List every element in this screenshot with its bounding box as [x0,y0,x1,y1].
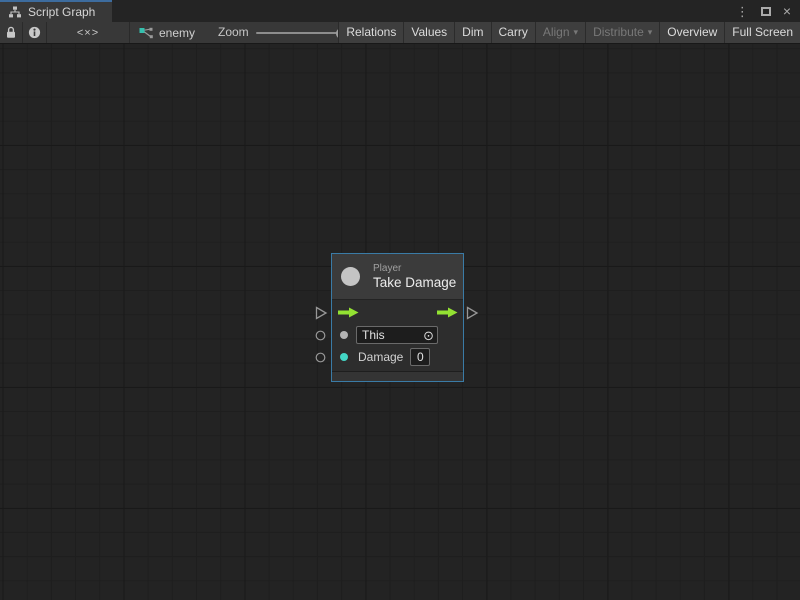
damage-value: 0 [417,350,424,364]
flow-out-arrow-icon[interactable] [436,307,459,318]
node-category: Player [373,263,456,274]
object-picker-icon[interactable]: ⊙ [423,329,434,342]
graph-node-icon [139,27,153,39]
damage-port-dot[interactable] [340,353,348,361]
node-title: Take Damage [373,275,456,290]
tab-title: Script Graph [28,5,95,19]
flow-in-arrow-icon[interactable] [337,307,360,318]
this-field-value: This [362,328,385,342]
overview-button[interactable]: Overview [659,22,724,43]
take-damage-node[interactable]: Player Take Damage This ⊙ [331,253,464,382]
damage-label: Damage [358,350,403,364]
relations-button[interactable]: Relations [338,22,403,43]
graph-canvas[interactable]: Player Take Damage This ⊙ [0,44,800,600]
flow-output-port[interactable] [466,306,479,320]
inspector-button[interactable] [23,22,47,43]
values-button[interactable]: Values [403,22,454,43]
zoom-slider-track[interactable] [256,32,346,34]
window-controls: ⋮ × [736,0,800,22]
dim-button[interactable]: Dim [454,22,490,43]
flow-input-port[interactable] [315,306,328,320]
code-view-button[interactable]: <×> [47,22,130,43]
graph-toolbar: <×> enemy Zoom 1x Relations Values Dim C… [0,22,800,44]
damage-value-field[interactable]: 0 [410,348,430,366]
damage-input-port[interactable] [315,352,326,363]
this-input-port[interactable] [315,330,326,341]
this-object-field[interactable]: This ⊙ [356,326,438,344]
script-graph-window: Script Graph ⋮ × <×> [0,0,800,600]
code-view-icon: <×> [77,27,99,39]
maximize-icon[interactable] [761,7,771,16]
breadcrumb-graph[interactable]: enemy [139,22,195,43]
lock-icon [5,26,17,39]
node-titles: Player Take Damage [373,263,456,290]
align-dropdown[interactable]: Align ▾ [535,22,585,43]
chevron-down-icon: ▾ [648,28,653,37]
chevron-down-icon: ▾ [574,28,579,37]
node-header[interactable]: Player Take Damage [332,254,463,300]
tab-script-graph[interactable]: Script Graph [0,0,112,22]
node-footer [332,371,463,381]
tab-bar: Script Graph ⋮ × [0,0,800,22]
toolbar-buttons: Relations Values Dim Carry Align ▾ Distr… [338,22,800,43]
this-port-row: This ⊙ [332,324,463,346]
close-icon[interactable]: × [783,4,791,18]
fullscreen-button[interactable]: Full Screen [724,22,800,43]
graph-name: enemy [159,26,195,40]
flow-port-row [332,300,463,324]
damage-port-row: Damage 0 [332,346,463,368]
carry-button[interactable]: Carry [491,22,535,43]
script-graph-icon [8,6,22,18]
distribute-dropdown[interactable]: Distribute ▾ [585,22,659,43]
info-icon [28,26,41,39]
kebab-menu-icon[interactable]: ⋮ [736,5,749,18]
this-port-dot[interactable] [340,331,348,339]
zoom-label: Zoom [218,22,249,43]
unit-icon [341,267,360,286]
lock-button[interactable] [0,22,23,43]
